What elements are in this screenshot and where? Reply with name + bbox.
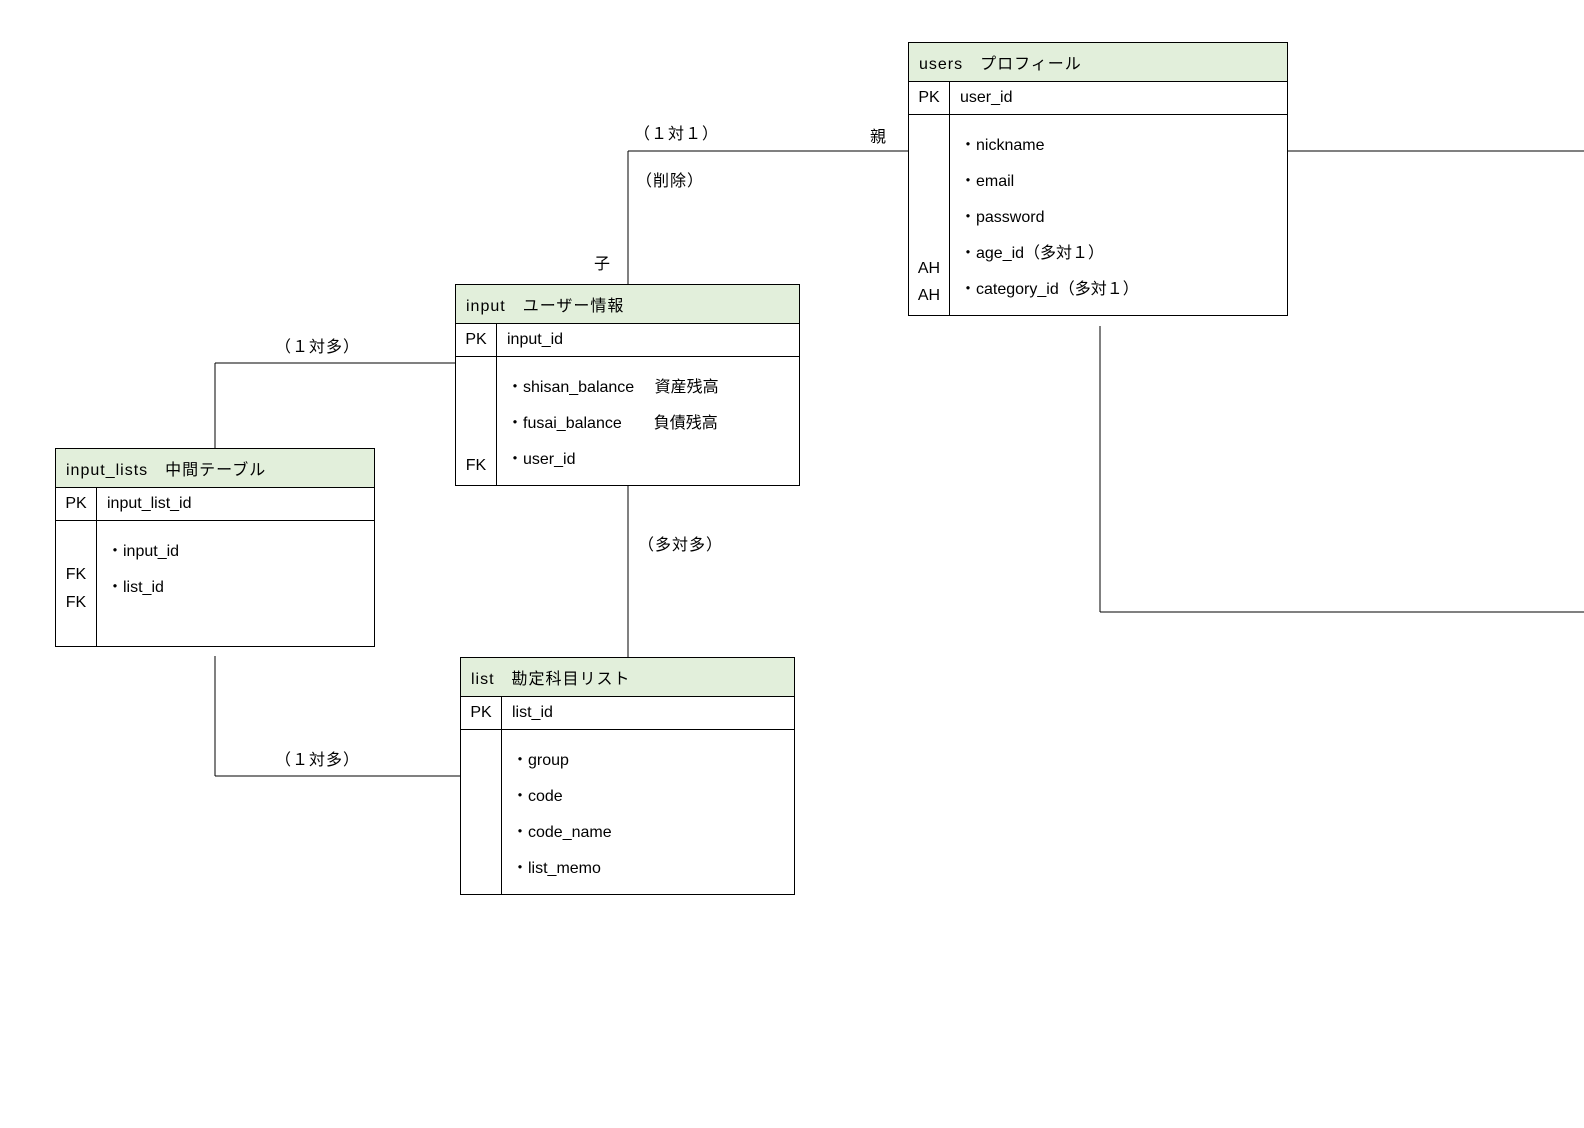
field: ・code_name xyxy=(512,812,784,848)
pk-row: PK user_id xyxy=(909,82,1287,115)
label-one-to-many-lower: （１対多） xyxy=(275,746,360,770)
pk-row: PK input_list_id xyxy=(56,488,374,521)
table-header: users プロフィール xyxy=(909,43,1287,82)
table-users: users プロフィール PK user_id AH AH ・nickname … xyxy=(908,42,1288,316)
label-parent: 親 xyxy=(870,123,887,147)
key-ah-1: AH xyxy=(918,255,940,282)
field: ・code xyxy=(512,776,784,812)
key-pk: PK xyxy=(56,488,97,520)
table-header: input_lists 中間テーブル xyxy=(56,449,374,488)
pk-row: PK list_id xyxy=(461,697,794,730)
fields-list: ・nickname ・email ・password ・age_id（多対１） … xyxy=(960,122,1277,308)
fields-row: ・group ・code ・code_name ・list_memo xyxy=(461,730,794,894)
label-child: 子 xyxy=(594,250,611,274)
field: ・fusai_balance 負債残高 xyxy=(507,403,789,439)
fields-list: ・input_id ・list_id xyxy=(107,528,364,606)
field: ・input_id xyxy=(107,531,364,567)
er-diagram: （１対１） 親 （削除） 子 （１対多） （多対多） （１対多） users プ… xyxy=(0,0,1584,1128)
key-col: AH AH xyxy=(909,115,950,315)
fields-row: FK FK ・input_id ・list_id xyxy=(56,521,374,646)
fields-row: FK ・shisan_balance 資産残高 ・fusai_balance 負… xyxy=(456,357,799,485)
key-pk: PK xyxy=(461,697,502,729)
fields-list: ・shisan_balance 資産残高 ・fusai_balance 負債残高… xyxy=(507,364,789,478)
field: ・email xyxy=(960,161,1277,197)
key-pk: PK xyxy=(909,82,950,114)
key-fk: FK xyxy=(466,452,486,485)
pk-value: user_id xyxy=(950,82,1287,114)
field: ・password xyxy=(960,197,1277,233)
field: ・category_id（多対１） xyxy=(960,269,1277,305)
field: ・list_id xyxy=(107,567,364,603)
table-header: list 勘定科目リスト xyxy=(461,658,794,697)
field: ・user_id xyxy=(507,439,789,475)
key-col: FK FK xyxy=(56,521,97,646)
field: ・group xyxy=(512,740,784,776)
fields-list: ・group ・code ・code_name ・list_memo xyxy=(512,737,784,887)
key-fk-2: FK xyxy=(66,589,86,617)
key-col xyxy=(461,730,502,894)
field: ・shisan_balance 資産残高 xyxy=(507,367,789,403)
key-ah-2: AH xyxy=(918,282,940,315)
table-header: input ユーザー情報 xyxy=(456,285,799,324)
fields-row: AH AH ・nickname ・email ・password ・age_id… xyxy=(909,115,1287,315)
field: ・nickname xyxy=(960,125,1277,161)
pk-value: input_id xyxy=(497,324,799,356)
pk-value: list_id xyxy=(502,697,794,729)
key-fk-1: FK xyxy=(66,561,86,589)
pk-value: input_list_id xyxy=(97,488,374,520)
label-one-to-many-upper: （１対多） xyxy=(275,333,360,357)
label-delete: （削除） xyxy=(636,167,704,191)
pk-row: PK input_id xyxy=(456,324,799,357)
label-one-to-one: （１対１） xyxy=(634,120,719,144)
key-pk: PK xyxy=(456,324,497,356)
field: ・list_memo xyxy=(512,848,784,884)
table-input-lists: input_lists 中間テーブル PK input_list_id FK F… xyxy=(55,448,375,647)
label-many-to-many: （多対多） xyxy=(638,531,723,555)
key-col: FK xyxy=(456,357,497,485)
field: ・age_id（多対１） xyxy=(960,233,1277,269)
table-list: list 勘定科目リスト PK list_id ・group ・code ・co… xyxy=(460,657,795,895)
table-input: input ユーザー情報 PK input_id FK ・shisan_bala… xyxy=(455,284,800,486)
